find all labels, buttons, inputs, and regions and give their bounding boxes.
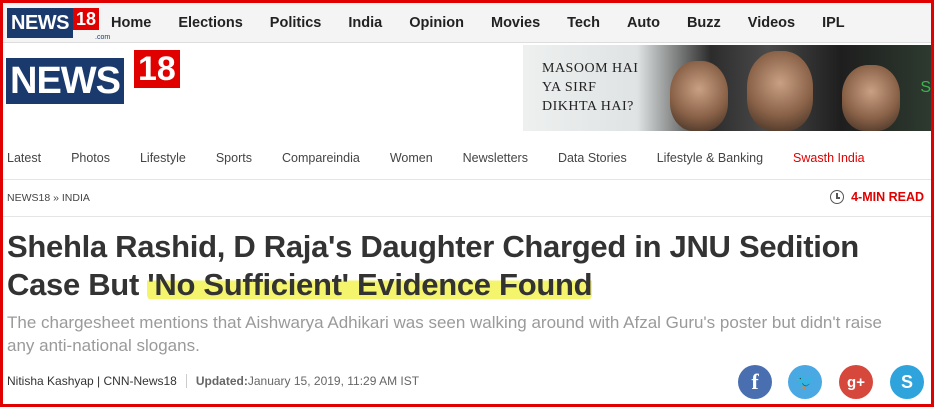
cat-newsletters[interactable]: Newsletters xyxy=(463,151,528,165)
nav-politics[interactable]: Politics xyxy=(270,15,322,31)
logo-text: NEWS xyxy=(7,7,73,38)
news18-main-logo[interactable]: NEWS 18 xyxy=(6,50,186,106)
updated-label: Updated: xyxy=(195,374,248,388)
cat-lifestyle-banking[interactable]: Lifestyle & Banking xyxy=(657,151,763,165)
nav-videos[interactable]: Videos xyxy=(748,15,795,31)
facebook-icon: f xyxy=(751,369,759,394)
promo-line-2: YA SIRF xyxy=(542,80,597,95)
breadcrumb: NEWS18 » INDIA xyxy=(7,192,90,204)
top-nav-items: Home Elections Politics India Opinion Mo… xyxy=(111,15,872,31)
breadcrumb-section[interactable]: INDIA xyxy=(62,192,90,204)
nav-buzz[interactable]: Buzz xyxy=(687,15,721,31)
headline-highlighted-text: 'No Sufficient' Evidence Found xyxy=(147,267,593,302)
read-time-label: 4-MIN READ xyxy=(851,190,924,204)
logo-number: 18 xyxy=(73,7,100,30)
promo-actor-face xyxy=(747,51,813,131)
nav-tech[interactable]: Tech xyxy=(567,15,600,31)
article-summary: The chargesheet mentions that Aishwarya … xyxy=(7,313,882,355)
article-headline: Shehla Rashid, D Raja's Daughter Charged… xyxy=(7,228,927,304)
cat-data-stories[interactable]: Data Stories xyxy=(558,151,627,165)
cat-compareindia[interactable]: Compareindia xyxy=(282,151,360,165)
nav-movies[interactable]: Movies xyxy=(491,15,540,31)
twitter-share-button[interactable]: 🐦 xyxy=(788,365,822,399)
nav-opinion[interactable]: Opinion xyxy=(409,15,464,31)
byline-divider xyxy=(185,374,187,388)
clock-icon xyxy=(830,190,845,204)
read-time: 4-MIN READ xyxy=(830,190,924,204)
nav-auto[interactable]: Auto xyxy=(627,15,660,31)
cat-women[interactable]: Women xyxy=(390,151,433,165)
author-name[interactable]: Nitisha Kashyap | CNN-News18 xyxy=(7,374,177,388)
nav-india[interactable]: India xyxy=(348,15,382,31)
breadcrumb-separator: » xyxy=(50,192,62,204)
google-plus-share-button[interactable]: g+ xyxy=(839,365,873,399)
promo-corner-letter: S xyxy=(920,79,931,96)
twitter-icon: 🐦 xyxy=(795,374,815,391)
facebook-share-button[interactable]: f xyxy=(738,365,772,399)
cat-lifestyle[interactable]: Lifestyle xyxy=(140,151,186,165)
nav-home[interactable]: Home xyxy=(111,15,151,31)
skype-icon: S xyxy=(900,371,913,392)
google-plus-icon: g+ xyxy=(847,373,865,391)
promo-text: MASOOM HAI YA SIRF DIKHTA HAI? xyxy=(542,59,638,116)
breadcrumb-home[interactable]: NEWS18 xyxy=(7,192,50,204)
main-logo-text: NEWS xyxy=(6,58,124,104)
cat-sports[interactable]: Sports xyxy=(216,151,252,165)
skype-share-button[interactable]: S xyxy=(890,365,924,399)
category-navbar: Latest Photos Lifestyle Sports Comparein… xyxy=(3,136,931,180)
promo-actor-face xyxy=(842,65,900,131)
nav-elections[interactable]: Elections xyxy=(178,15,242,31)
promo-banner[interactable]: MASOOM HAI YA SIRF DIKHTA HAI? S xyxy=(523,45,931,131)
cat-swasth-india[interactable]: Swasth India xyxy=(793,151,865,165)
cat-photos[interactable]: Photos xyxy=(71,151,110,165)
top-navbar: NEWS 18 .com Home Elections Politics Ind… xyxy=(3,3,931,43)
logo-domain: .com xyxy=(95,34,111,41)
article-byline: Nitisha Kashyap | CNN-News18 Updated: Ja… xyxy=(7,374,419,388)
updated-date: January 15, 2019, 11:29 AM IST xyxy=(247,374,420,388)
news18-small-logo[interactable]: NEWS 18 .com xyxy=(7,6,110,41)
promo-line-1: MASOOM HAI xyxy=(542,61,639,76)
nav-ipl[interactable]: IPL xyxy=(822,15,845,31)
breadcrumb-row: NEWS18 » INDIA 4-MIN READ xyxy=(3,181,931,217)
promo-line-3: DIKHTA HAI? xyxy=(542,99,634,114)
cat-latest[interactable]: Latest xyxy=(7,151,41,165)
promo-actor-face xyxy=(670,61,728,131)
main-logo-number: 18 xyxy=(134,50,180,88)
